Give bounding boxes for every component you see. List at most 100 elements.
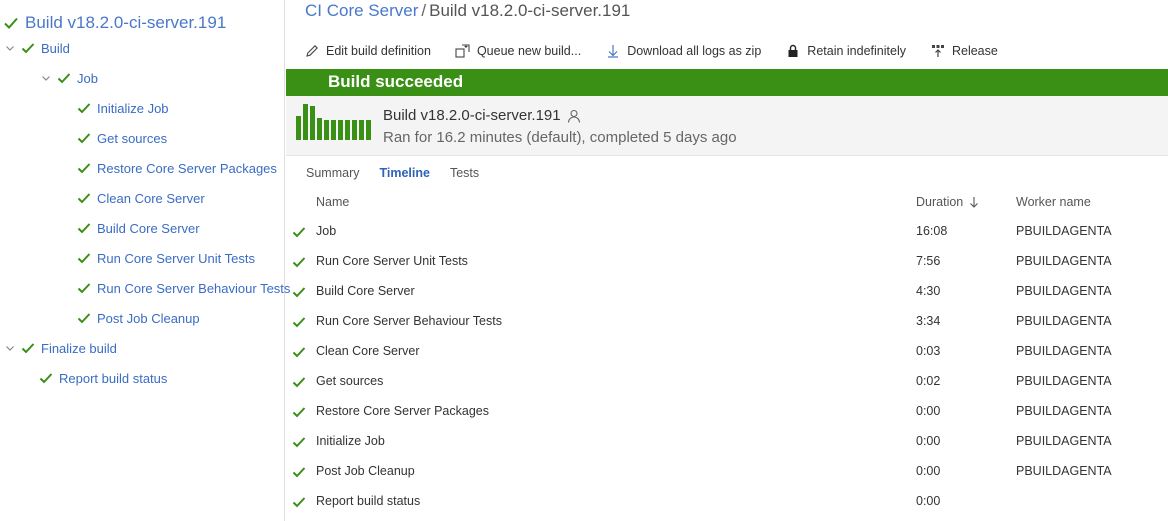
check-icon bbox=[76, 160, 92, 176]
build-history-chart[interactable] bbox=[296, 104, 374, 140]
row-duration: 3:34 bbox=[916, 314, 941, 328]
chevron-down-icon[interactable] bbox=[40, 72, 52, 84]
sidebar-item-label: Run Core Server Unit Tests bbox=[97, 250, 255, 266]
row-duration: 0:00 bbox=[916, 404, 941, 418]
sidebar-item[interactable]: Restore Core Server Packages bbox=[76, 156, 277, 180]
check-icon bbox=[291, 344, 307, 360]
row-duration: 4:30 bbox=[916, 284, 941, 298]
table-row[interactable]: Build Core Server 4:30 PBUILDAGENTA bbox=[286, 276, 1168, 306]
build-history-bar[interactable] bbox=[324, 120, 329, 140]
sidebar-item[interactable]: Get sources bbox=[76, 126, 167, 150]
column-header-name[interactable]: Name bbox=[316, 195, 349, 209]
check-icon bbox=[76, 250, 92, 266]
sidebar-item[interactable]: Initialize Job bbox=[76, 96, 169, 120]
row-name: Post Job Cleanup bbox=[316, 464, 415, 478]
table-row[interactable]: Restore Core Server Packages 0:00 PBUILDAG… bbox=[286, 396, 1168, 426]
row-worker: PBUILDAGENTA bbox=[1016, 224, 1112, 238]
sidebar-item-label: Build bbox=[41, 40, 70, 56]
sidebar-item[interactable]: Report build status bbox=[38, 366, 167, 390]
tab-summary[interactable]: Summary bbox=[306, 166, 359, 180]
table-row[interactable]: Job 16:08 PBUILDAGENTA bbox=[286, 216, 1168, 246]
row-duration: 0:00 bbox=[916, 494, 941, 508]
sidebar-item-label: Run Core Server Behaviour Tests bbox=[97, 280, 291, 296]
sidebar-item-label: Restore Core Server Packages bbox=[97, 160, 277, 176]
build-status-text: Build succeeded bbox=[328, 72, 464, 91]
sidebar-item[interactable]: Job bbox=[40, 66, 98, 90]
sidebar-item[interactable]: Build bbox=[4, 36, 70, 60]
sort-down-icon bbox=[969, 196, 979, 208]
check-icon bbox=[291, 494, 307, 510]
build-history-bar[interactable] bbox=[331, 120, 336, 140]
sidebar-item[interactable]: Run Core Server Unit Tests bbox=[76, 246, 255, 270]
sidebar-item-label: Finalize build bbox=[41, 340, 117, 356]
main-panel: CI Core Server / Build v18.2.0-ci-server.1… bbox=[286, 0, 1168, 521]
table-row[interactable]: Run Core Server Behaviour Tests 3:34 PBUIL… bbox=[286, 306, 1168, 336]
check-icon bbox=[20, 340, 36, 356]
download-logs-button[interactable]: Download all logs as zip bbox=[605, 43, 761, 59]
lock-icon bbox=[785, 43, 801, 59]
row-name: Clean Core Server bbox=[316, 344, 420, 358]
retain-indefinitely-button[interactable]: Retain indefinitely bbox=[785, 43, 906, 59]
release-button[interactable]: Release bbox=[930, 43, 998, 59]
queue-new-build-button[interactable]: Queue new build... bbox=[455, 43, 581, 59]
check-icon bbox=[291, 224, 307, 240]
table-row[interactable]: Run Core Server Unit Tests 7:56 PBUILDAGEN… bbox=[286, 246, 1168, 276]
check-icon bbox=[56, 70, 72, 86]
breadcrumb-current: Build v18.2.0-ci-server.191 bbox=[429, 1, 631, 20]
person-icon bbox=[567, 109, 581, 123]
check-icon bbox=[291, 314, 307, 330]
sidebar-item[interactable]: Build Core Server bbox=[76, 216, 200, 240]
row-worker: PBUILDAGENTA bbox=[1016, 464, 1112, 478]
row-name: Build Core Server bbox=[316, 284, 415, 298]
sidebar-item-label: Build Core Server bbox=[97, 220, 200, 236]
table-row[interactable]: Report build status 0:00 bbox=[286, 486, 1168, 516]
sidebar-item-label: Job bbox=[77, 70, 98, 86]
breadcrumb-project-link[interactable]: CI Core Server bbox=[305, 1, 418, 20]
check-icon bbox=[76, 130, 92, 146]
row-name: Run Core Server Unit Tests bbox=[316, 254, 468, 268]
check-icon bbox=[291, 434, 307, 450]
row-worker: PBUILDAGENTA bbox=[1016, 254, 1112, 268]
sidebar-item-label: Post Job Cleanup bbox=[97, 310, 200, 326]
row-name: Run Core Server Behaviour Tests bbox=[316, 314, 502, 328]
sidebar-item[interactable]: Post Job Cleanup bbox=[76, 306, 200, 330]
column-header-worker[interactable]: Worker name bbox=[1016, 195, 1091, 209]
tab-bar: Summary Timeline Tests bbox=[306, 166, 499, 180]
build-history-bar[interactable] bbox=[296, 116, 301, 140]
build-history-bar[interactable] bbox=[310, 106, 315, 140]
column-header-duration-label: Duration bbox=[916, 195, 964, 209]
sidebar-item[interactable]: Clean Core Server bbox=[76, 186, 205, 210]
build-history-bar[interactable] bbox=[366, 120, 371, 140]
check-icon bbox=[76, 190, 92, 206]
build-history-bar[interactable] bbox=[359, 120, 364, 140]
check-icon bbox=[38, 370, 54, 386]
build-history-bar[interactable] bbox=[338, 120, 343, 140]
row-worker: PBUILDAGENTA bbox=[1016, 344, 1112, 358]
row-name: Job bbox=[316, 224, 337, 238]
row-worker: PBUILDAGENTA bbox=[1016, 284, 1112, 298]
table-row[interactable]: Clean Core Server 0:03 PBUILDAGENTA bbox=[286, 336, 1168, 366]
build-history-bar[interactable] bbox=[352, 120, 357, 140]
sidebar-item[interactable]: Finalize build bbox=[4, 336, 117, 360]
table-row[interactable]: Get sources 0:02 PBUILDAGENTA bbox=[286, 366, 1168, 396]
column-header-duration[interactable]: Duration bbox=[916, 195, 979, 209]
check-icon bbox=[76, 220, 92, 236]
sidebar-build-title[interactable]: Build v18.2.0-ci-server.191 bbox=[2, 11, 226, 35]
chevron-down-icon[interactable] bbox=[4, 42, 16, 54]
chevron-down-icon[interactable] bbox=[4, 342, 16, 354]
tab-tests[interactable]: Tests bbox=[450, 166, 479, 180]
table-row[interactable]: Initialize Job 0:00 PBUILDAGENTA bbox=[286, 426, 1168, 456]
tab-timeline[interactable]: Timeline bbox=[379, 166, 429, 180]
build-history-bar[interactable] bbox=[303, 104, 308, 140]
build-history-bar[interactable] bbox=[317, 118, 322, 140]
check-icon bbox=[2, 14, 20, 32]
pencil-icon bbox=[304, 43, 320, 59]
row-name: Get sources bbox=[316, 374, 384, 388]
table-row[interactable]: Post Job Cleanup 0:00 PBUILDAGENTA bbox=[286, 456, 1168, 486]
row-duration: 0:02 bbox=[916, 374, 941, 388]
sidebar-item[interactable]: Run Core Server Behaviour Tests bbox=[76, 276, 290, 300]
download-logs-label: Download all logs as zip bbox=[627, 44, 762, 58]
build-history-bar[interactable] bbox=[345, 120, 350, 140]
edit-build-definition-button[interactable]: Edit build definition bbox=[304, 43, 431, 59]
check-icon bbox=[291, 464, 307, 480]
